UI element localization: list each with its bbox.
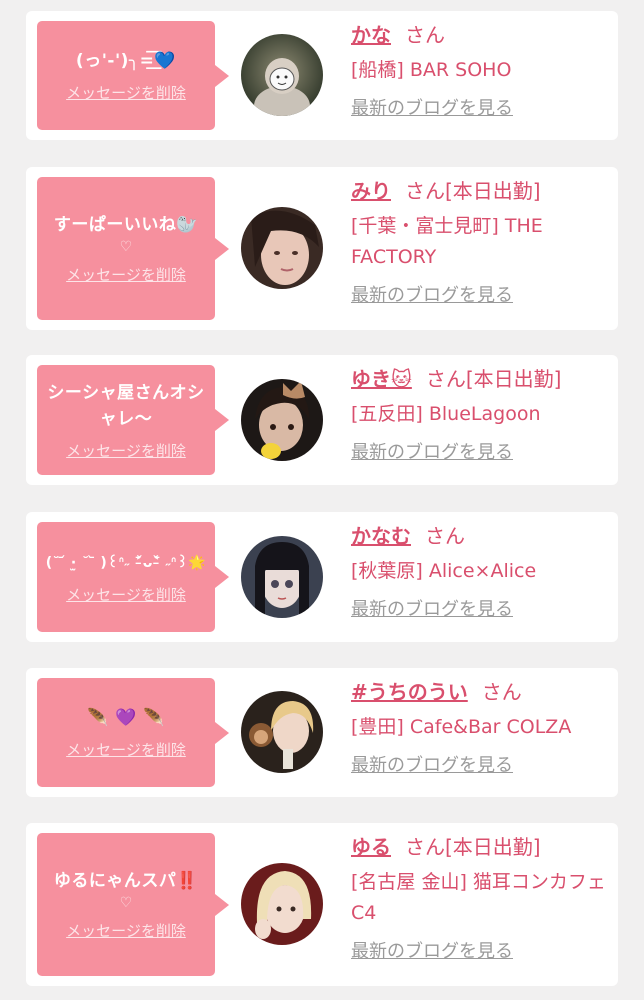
message-card: (˘ ᷄ ·̫ ˘ ᷅ )꒰ᐢ˶ ˃̵᷄ᴗ˂̵᷅ ˶ᐢ꒱🌟 メッセージを削除 か… bbox=[26, 512, 618, 642]
status-badge: [本日出勤] bbox=[445, 179, 541, 203]
message-bubble: 🪶 💜 🪶 メッセージを削除 bbox=[37, 678, 229, 787]
latest-blog-link[interactable]: 最新のブログを見る bbox=[351, 937, 513, 963]
avatar-photo bbox=[241, 863, 323, 945]
shop-name: [五反田] BlueLagoon bbox=[351, 403, 541, 425]
shop-name: [豊田] Cafe&Bar COLZA bbox=[351, 716, 572, 738]
shop-name: [名古屋 金山] 猫耳コンカフェ C4 bbox=[351, 871, 606, 924]
message-text: ゆるにゃんスパ‼️ bbox=[53, 871, 199, 891]
avatar[interactable] bbox=[241, 536, 323, 618]
honorific: さん bbox=[405, 179, 445, 203]
latest-blog-link[interactable]: 最新のブログを見る bbox=[351, 94, 513, 120]
delete-message-link[interactable]: メッセージを削除 bbox=[66, 739, 186, 760]
cast-info: みり さん[本日出勤] [千葉・富士見町] THE FACTORY 最新のブログを… bbox=[351, 177, 606, 307]
delete-message-link[interactable]: メッセージを削除 bbox=[66, 82, 186, 103]
avatar[interactable] bbox=[241, 379, 323, 461]
cast-name-link[interactable]: かな bbox=[351, 23, 391, 47]
message-text: 🪶 💜 🪶 bbox=[87, 708, 165, 728]
message-text: (˘ ᷄ ·̫ ˘ ᷅ )꒰ᐢ˶ ˃̵᷄ᴗ˂̵᷅ ˶ᐢ꒱🌟 bbox=[45, 554, 207, 571]
delete-message-link[interactable]: メッセージを削除 bbox=[66, 264, 186, 285]
latest-blog-link[interactable]: 最新のブログを見る bbox=[351, 281, 513, 307]
delete-message-link[interactable]: メッセージを削除 bbox=[66, 920, 186, 941]
shop-name: [秋葉原] Alice×Alice bbox=[351, 560, 537, 582]
heart-icon: ♡ bbox=[119, 895, 133, 911]
message-text: シーシャ屋さんオシャレ〜 bbox=[47, 382, 205, 429]
name-row: ゆる さん[本日出勤] bbox=[351, 833, 606, 861]
name-row: かなむ さん bbox=[351, 522, 606, 550]
cast-name-link[interactable]: かなむ bbox=[351, 524, 411, 548]
message-text: (っ'-')╮=͟͟͞͞💙 bbox=[75, 51, 177, 71]
cast-info: ゆる さん[本日出勤] [名古屋 金山] 猫耳コンカフェ C4 最新のブログを見る bbox=[351, 833, 606, 963]
cast-name-link[interactable]: ゆき🐱 bbox=[351, 367, 412, 391]
status-badge: [本日出勤] bbox=[445, 835, 541, 859]
message-bubble: シーシャ屋さんオシャレ〜 メッセージを削除 bbox=[37, 365, 229, 475]
avatar-photo bbox=[241, 34, 323, 116]
avatar[interactable] bbox=[241, 691, 323, 773]
honorific: さん bbox=[481, 680, 522, 704]
shop-name: [千葉・富士見町] THE FACTORY bbox=[351, 215, 543, 268]
avatar[interactable] bbox=[241, 34, 323, 116]
honorific: さん bbox=[425, 367, 466, 391]
cast-name-link[interactable]: みり bbox=[351, 179, 391, 203]
message-card: すーぱーいいね🦭 ♡ メッセージを削除 みり さん[本日出勤] [千葉・富士見町]… bbox=[26, 167, 618, 330]
honorific: さん bbox=[405, 23, 445, 47]
cast-name-link[interactable]: ゆる bbox=[351, 835, 391, 859]
shop-name: [船橋] BAR SOHO bbox=[351, 59, 512, 81]
avatar[interactable] bbox=[241, 207, 323, 289]
avatar-photo bbox=[241, 379, 323, 461]
delete-message-link[interactable]: メッセージを削除 bbox=[66, 584, 186, 605]
heart-icon: ♡ bbox=[119, 239, 133, 255]
status-badge: [本日出勤] bbox=[465, 367, 562, 391]
message-bubble: (っ'-')╮=͟͟͞͞💙 メッセージを削除 bbox=[37, 21, 229, 130]
avatar-photo bbox=[241, 691, 323, 773]
name-row: #うちのうい さん bbox=[351, 678, 606, 706]
honorific: さん bbox=[425, 524, 465, 548]
message-card: シーシャ屋さんオシャレ〜 メッセージを削除 ゆき🐱 さん[本日出勤] [五反田] … bbox=[26, 355, 618, 485]
name-row: ゆき🐱 さん[本日出勤] bbox=[351, 365, 606, 393]
cast-info: かなむ さん [秋葉原] Alice×Alice 最新のブログを見る bbox=[351, 522, 606, 621]
avatar[interactable] bbox=[241, 863, 323, 945]
latest-blog-link[interactable]: 最新のブログを見る bbox=[351, 438, 513, 464]
message-card: (っ'-')╮=͟͟͞͞💙 メッセージを削除 かな さん [船橋] BAR SOH… bbox=[26, 11, 618, 140]
message-card: 🪶 💜 🪶 メッセージを削除 #うちのうい さん [豊田] Cafe&Bar CO… bbox=[26, 668, 618, 797]
message-bubble: すーぱーいいね🦭 ♡ メッセージを削除 bbox=[37, 177, 229, 320]
cast-info: ゆき🐱 さん[本日出勤] [五反田] BlueLagoon 最新のブログを見る bbox=[351, 365, 606, 464]
message-text: すーぱーいいね🦭 bbox=[53, 215, 199, 235]
avatar-photo bbox=[241, 536, 323, 618]
avatar-photo bbox=[241, 207, 323, 289]
cast-info: #うちのうい さん [豊田] Cafe&Bar COLZA 最新のブログを見る bbox=[351, 678, 606, 777]
latest-blog-link[interactable]: 最新のブログを見る bbox=[351, 595, 513, 621]
message-bubble: (˘ ᷄ ·̫ ˘ ᷅ )꒰ᐢ˶ ˃̵᷄ᴗ˂̵᷅ ˶ᐢ꒱🌟 メッセージを削除 bbox=[37, 522, 229, 632]
latest-blog-link[interactable]: 最新のブログを見る bbox=[351, 751, 513, 777]
name-row: みり さん[本日出勤] bbox=[351, 177, 606, 205]
cast-name-link[interactable]: #うちのうい bbox=[351, 680, 468, 704]
message-card: ゆるにゃんスパ‼️ ♡ メッセージを削除 ゆる さん[本日出勤] [名古屋 金山]… bbox=[26, 823, 618, 986]
honorific: さん bbox=[405, 835, 445, 859]
message-bubble: ゆるにゃんスパ‼️ ♡ メッセージを削除 bbox=[37, 833, 229, 976]
cast-info: かな さん [船橋] BAR SOHO 最新のブログを見る bbox=[351, 21, 606, 120]
delete-message-link[interactable]: メッセージを削除 bbox=[66, 440, 186, 461]
name-row: かな さん bbox=[351, 21, 606, 49]
favorite-messages-list: (っ'-')╮=͟͟͞͞💙 メッセージを削除 かな さん [船橋] BAR SOH… bbox=[0, 0, 644, 1000]
